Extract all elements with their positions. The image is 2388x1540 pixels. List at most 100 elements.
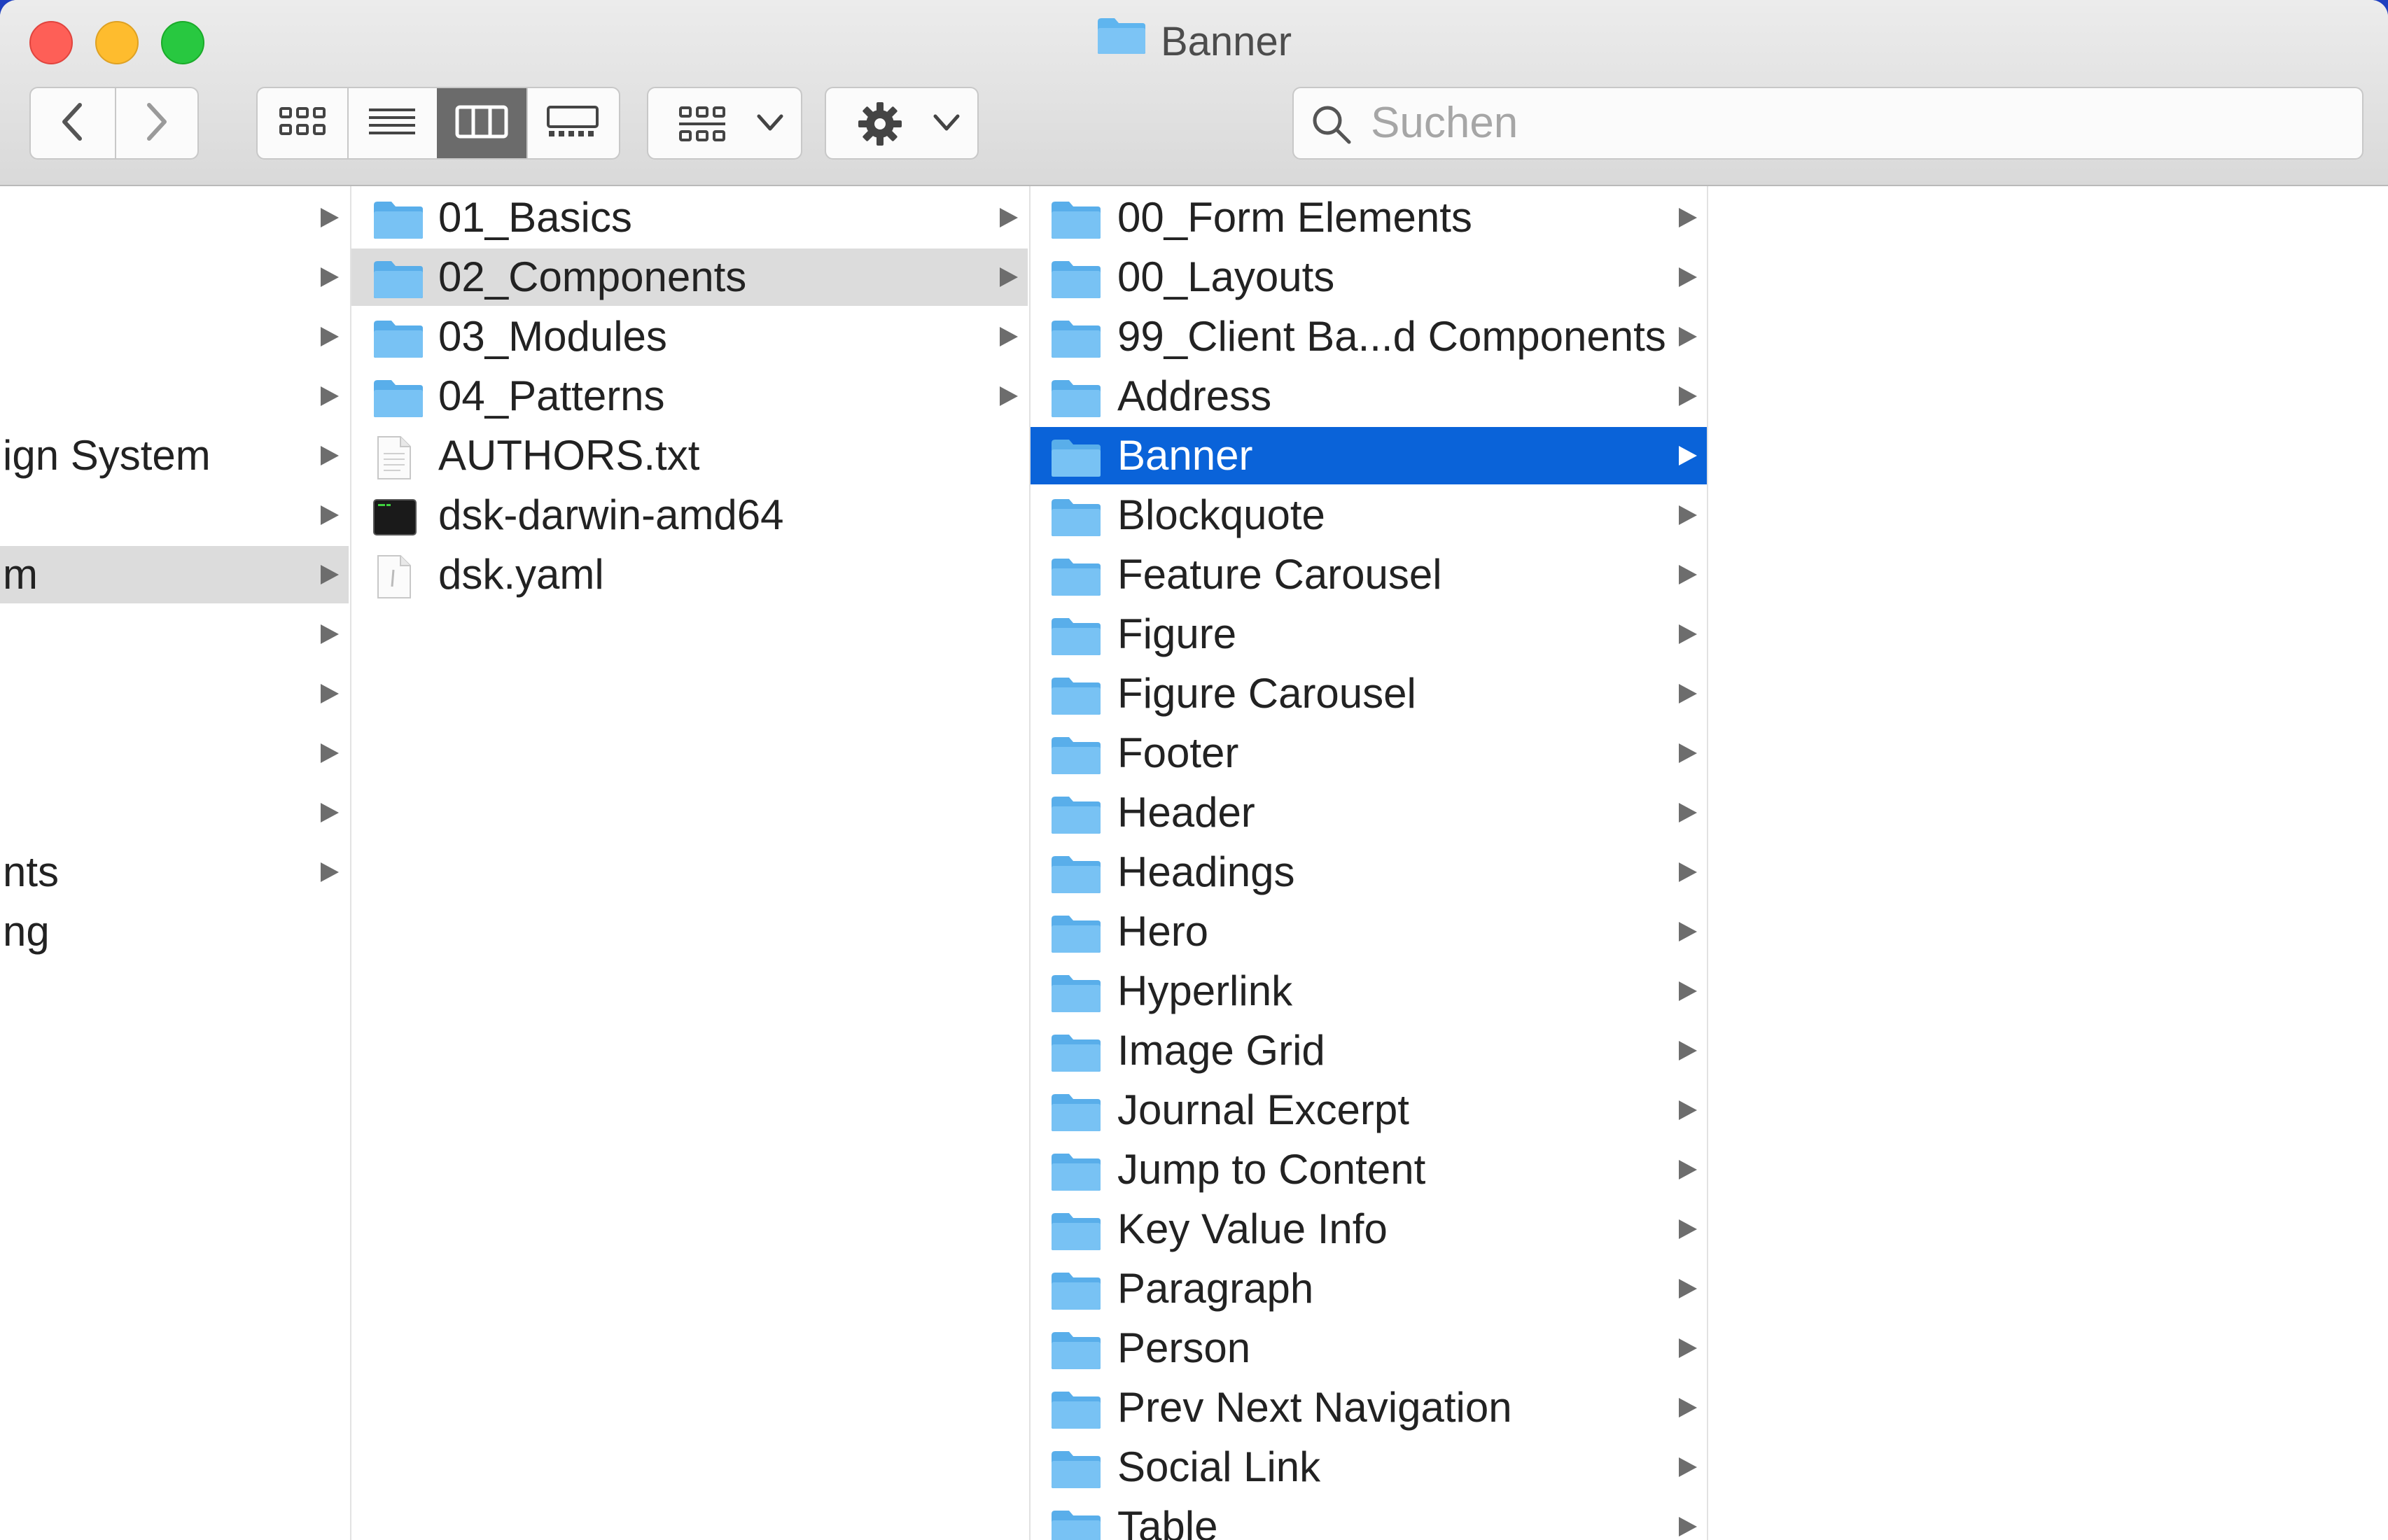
folder-item-hyperlink[interactable]: Hyperlink [1031, 962, 1707, 1020]
list-item[interactable] [0, 368, 349, 425]
file-item-dsk-darwin-amd64[interactable]: dsk-darwin-amd64 [351, 486, 1028, 544]
folder-icon [1050, 554, 1102, 612]
folder-icon [1096, 13, 1147, 71]
icon-view-button[interactable] [258, 88, 349, 158]
finder-window: Banner Suchen ign System m nts ng 01_Bas… [0, 0, 2388, 1540]
disclosure-arrow-icon [1000, 208, 1018, 227]
disclosure-arrow-icon [1679, 565, 1697, 584]
list-item[interactable] [0, 784, 349, 841]
list-item[interactable] [0, 189, 349, 246]
disclosure-arrow-icon [1679, 1041, 1697, 1060]
item-label: Key Value Info [1117, 1205, 1388, 1252]
chevron-down-icon [756, 113, 784, 136]
folder-icon [372, 197, 424, 255]
disclosure-arrow-icon [321, 327, 339, 346]
disclosure-arrow-icon [1679, 1338, 1697, 1358]
gallery-view-icon [546, 104, 599, 143]
gallery-view-button[interactable] [526, 88, 619, 158]
list-item[interactable] [0, 486, 349, 544]
disclosure-arrow-icon [1679, 862, 1697, 882]
disclosure-arrow-icon [1679, 1279, 1697, 1298]
folder-item-blockquote[interactable]: Blockquote [1031, 486, 1707, 544]
folder-icon [1050, 376, 1102, 433]
item-label: 00_Layouts [1117, 253, 1335, 300]
folder-icon [372, 376, 424, 433]
list-item[interactable]: ng [0, 903, 349, 960]
forward-button[interactable] [115, 88, 197, 158]
item-label: 99_Client Ba...d Components [1117, 313, 1666, 360]
list-item[interactable]: nts [0, 844, 349, 901]
item-label: Paragraph [1117, 1265, 1314, 1312]
item-label: Journal Excerpt [1117, 1086, 1409, 1133]
folder-icon [1050, 435, 1102, 493]
list-item[interactable]: ign System [0, 427, 349, 484]
disclosure-arrow-icon [321, 565, 339, 584]
list-item[interactable] [0, 724, 349, 782]
folder-item-01-basics[interactable]: 01_Basics [351, 189, 1028, 246]
back-button[interactable] [31, 88, 116, 158]
folder-item-paragraph[interactable]: Paragraph [1031, 1260, 1707, 1317]
item-label: Person [1117, 1324, 1251, 1371]
disclosure-arrow-icon [321, 446, 339, 465]
folder-item-footer[interactable]: Footer [1031, 724, 1707, 782]
folder-item-03-modules[interactable]: 03_Modules [351, 308, 1028, 365]
item-label: Blockquote [1117, 491, 1325, 538]
disclosure-arrow-icon [1679, 981, 1697, 1001]
terminal-executable-icon [372, 495, 417, 552]
folder-icon [1050, 971, 1102, 1028]
folder-item-table[interactable]: Table [1031, 1498, 1707, 1540]
list-view-button[interactable] [347, 88, 438, 158]
item-label: ign System [3, 432, 211, 479]
folder-item-jump-to-content[interactable]: Jump to Content [1031, 1141, 1707, 1198]
yaml-file-icon [372, 554, 414, 614]
folder-item-feature-carousel[interactable]: Feature Carousel [1031, 546, 1707, 603]
folder-item-key-value-info[interactable]: Key Value Info [1031, 1200, 1707, 1258]
item-label: Figure Carousel [1117, 670, 1416, 717]
folder-item-00-layouts[interactable]: 00_Layouts [1031, 248, 1707, 306]
folder-item-prev-next-navigation[interactable]: Prev Next Navigation [1031, 1379, 1707, 1436]
folder-item-hero[interactable]: Hero [1031, 903, 1707, 960]
disclosure-arrow-icon [321, 862, 339, 882]
folder-item-99-client-ba-d-components[interactable]: 99_Client Ba...d Components [1031, 308, 1707, 365]
search-placeholder: Suchen [1371, 99, 1518, 147]
folder-item-00-form-elements[interactable]: 00_Form Elements [1031, 189, 1707, 246]
file-item-dsk-yaml[interactable]: dsk.yaml [351, 546, 1028, 603]
folder-item-02-components[interactable]: 02_Components [351, 248, 1028, 306]
folder-item-address[interactable]: Address [1031, 368, 1707, 425]
disclosure-arrow-icon [1679, 386, 1697, 406]
group-by-button[interactable] [647, 87, 802, 160]
folder-item-image-grid[interactable]: Image Grid [1031, 1022, 1707, 1079]
disclosure-arrow-icon [1679, 803, 1697, 822]
item-label: dsk-darwin-amd64 [438, 491, 784, 538]
gear-icon [857, 101, 903, 150]
file-item-authors-txt[interactable]: AUTHORS.txt [351, 427, 1028, 484]
list-item[interactable] [0, 665, 349, 722]
folder-item-journal-excerpt[interactable]: Journal Excerpt [1031, 1082, 1707, 1139]
search-field[interactable]: Suchen [1292, 87, 2363, 160]
folder-item-person[interactable]: Person [1031, 1320, 1707, 1377]
list-item[interactable] [0, 606, 349, 663]
folder-item-banner[interactable]: Banner [1031, 427, 1707, 484]
folder-icon [372, 257, 424, 314]
list-item[interactable] [0, 248, 349, 306]
folder-icon [1050, 733, 1102, 790]
list-item[interactable]: m [0, 546, 349, 603]
folder-icon [1050, 673, 1102, 731]
folder-item-figure-carousel[interactable]: Figure Carousel [1031, 665, 1707, 722]
item-label: Feature Carousel [1117, 551, 1442, 598]
folder-item-header[interactable]: Header [1031, 784, 1707, 841]
disclosure-arrow-icon [321, 208, 339, 227]
folder-icon [1050, 1149, 1102, 1207]
column-view-button[interactable] [437, 88, 528, 158]
folder-icon [1050, 911, 1102, 969]
disclosure-arrow-icon [1679, 505, 1697, 525]
folder-item-headings[interactable]: Headings [1031, 844, 1707, 901]
folder-item-04-patterns[interactable]: 04_Patterns [351, 368, 1028, 425]
folder-item-social-link[interactable]: Social Link [1031, 1438, 1707, 1496]
folder-item-figure[interactable]: Figure [1031, 606, 1707, 663]
item-label: AUTHORS.txt [438, 432, 700, 479]
list-item[interactable] [0, 308, 349, 365]
item-label: Header [1117, 789, 1255, 836]
action-menu-button[interactable] [825, 87, 979, 160]
disclosure-arrow-icon [321, 743, 339, 763]
